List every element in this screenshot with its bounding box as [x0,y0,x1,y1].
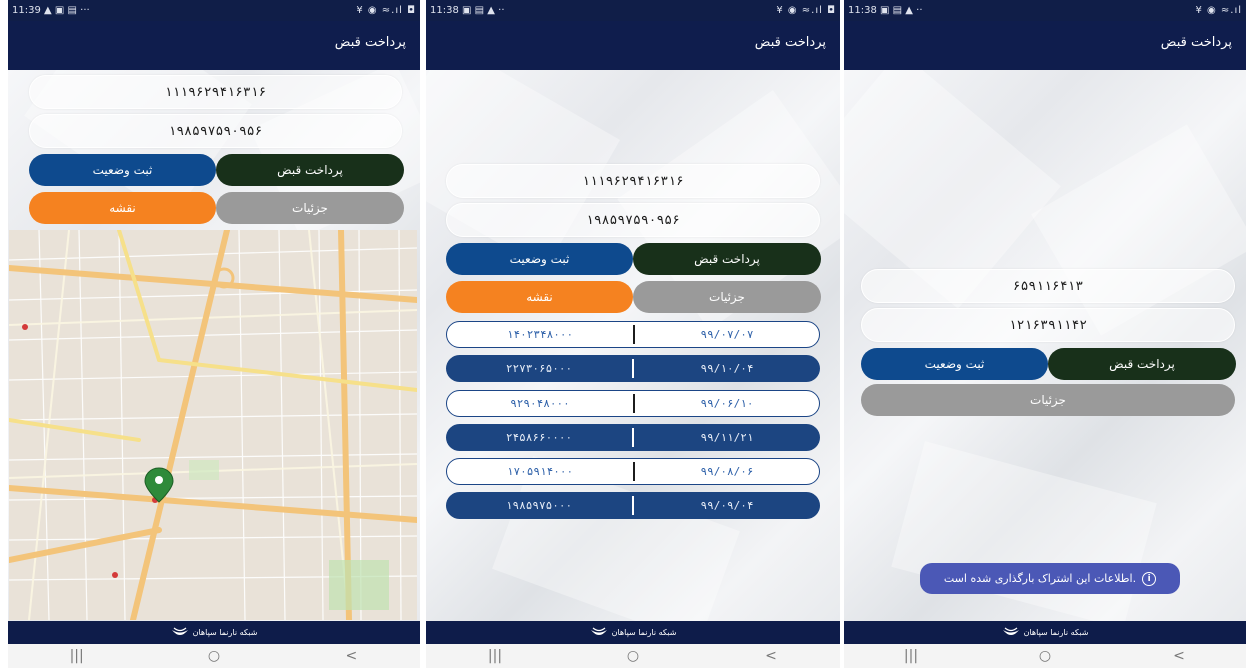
row-amount: ۲۴۵۸۶۶۰۰۰۰ [505,431,573,444]
footer-text: شبکه نارنما سپاهان [1023,628,1089,637]
status-system-icons: ¥ ◉ ≈.ıl [1195,5,1242,16]
status-time: 11:38 [430,5,459,16]
recent-apps-icon[interactable]: ||| [62,648,92,664]
info-toast: اطلاعات این اشتراک بارگذاری شده است. i [920,563,1180,594]
row-amount: ۲۲۷۳۰۶۵۰۰۰ [505,362,573,375]
row-date: ۹۹/۱۱/۲۱ [700,431,754,444]
company-logo-icon [1002,627,1019,635]
history-row[interactable]: ۲۲۷۳۰۶۵۰۰۰ ۹۹/۱۰/۰۴ [446,355,820,382]
register-status-button[interactable]: ثبت وضعیت [29,154,216,186]
row-amount: ۱۹۸۵۹۷۵۰۰۰ [505,499,573,512]
app-bar: پرداخت قبض [8,21,420,70]
map-view[interactable] [9,230,417,620]
company-logo-icon [590,627,607,635]
status-system-icons: ¥ ◉ ≈.ıl ◘ [356,5,416,16]
status-bar: 11:39 ▲ ▣ ▤ ··· ¥ ◉ ≈.ıl ◘ [8,0,420,21]
screen-bill-map: 11:39 ▲ ▣ ▤ ··· ¥ ◉ ≈.ıl ◘ پرداخت قبض ۱۱… [8,0,420,668]
pay-bill-button[interactable]: پرداخت قبض [633,243,821,275]
system-nav-bar: ||| ○ < [844,644,1246,668]
register-status-button[interactable]: ثبت وضعیت [446,243,633,275]
map-button[interactable]: نقشه [446,281,633,313]
home-icon[interactable]: ○ [1030,648,1060,664]
details-button[interactable]: جزئیات [861,384,1235,416]
row-date: ۹۹/۰۶/۱۰ [700,397,754,410]
row-date: ۹۹/۰۷/۰۷ [700,328,754,341]
history-row[interactable]: ۲۴۵۸۶۶۰۰۰۰ ۹۹/۱۱/۲۱ [446,424,820,451]
back-icon[interactable]: < [756,648,786,664]
footer-text: شبکه نارنما سپاهان [192,628,258,637]
content-area: ۱۱۱۹۶۲۹۴۱۶۳۱۶ ۱۹۸۵۹۷۵۹۰۹۵۶ پرداخت قبض ثب… [426,70,840,621]
info-icon: i [1142,571,1157,586]
pay-bill-button[interactable]: پرداخت قبض [1048,348,1236,380]
content-area: ۱۱۱۹۶۲۹۴۱۶۳۱۶ ۱۹۸۵۹۷۵۹۰۹۵۶ پرداخت قبض ثب… [8,70,420,621]
subscription-id-field[interactable]: ۱۱۱۹۶۲۹۴۱۶۳۱۶ [446,164,820,198]
history-row[interactable]: ۱۴۰۲۳۴۸۰۰۰ ۹۹/۰۷/۰۷ [446,321,820,348]
row-date: ۹۹/۰۹/۰۴ [700,499,754,512]
page-title: پرداخت قبض [1160,35,1232,50]
toast-message: اطلاعات این اشتراک بارگذاری شده است. [943,572,1137,585]
footer-text: شبکه نارنما سپاهان [611,628,677,637]
row-amount: ۱۴۰۲۳۴۸۰۰۰ [506,328,574,341]
recent-apps-icon[interactable]: ||| [480,648,510,664]
city-map[interactable] [9,230,417,620]
screen-bill-loaded: 11:38 ▣ ▤ ▲ ·· ¥ ◉ ≈.ıl پرداخت قبض ۶۵۹۱۱… [844,0,1246,668]
footer-bar: شبکه نارنما سپاهان [8,621,420,644]
row-amount: ۹۲۹۰۴۸۰۰۰ [510,397,570,410]
bill-id-field[interactable]: ۱۹۸۵۹۷۵۹۰۹۵۶ [446,203,820,237]
details-button[interactable]: جزئیات [216,192,404,224]
bill-id-field[interactable]: ۱۹۸۵۹۷۵۹۰۹۵۶ [29,114,402,148]
content-area: ۶۵۹۱۱۶۴۱۳ ۱۲۱۶۳۹۱۱۴۲ پرداخت قبض ثبت وضعی… [844,70,1246,621]
screen-bill-history: 11:38 ▣ ▤ ▲ ·· ¥ ◉ ≈.ıl ◘ پرداخت قبض ۱۱۱… [426,0,840,668]
status-time: 11:38 [848,5,877,16]
page-title: پرداخت قبض [754,35,826,50]
details-button[interactable]: جزئیات [633,281,821,313]
subscription-id-field[interactable]: ۱۱۱۹۶۲۹۴۱۶۳۱۶ [29,75,402,109]
status-bar: 11:38 ▣ ▤ ▲ ·· ¥ ◉ ≈.ıl ◘ [426,0,840,21]
app-bar: پرداخت قبض [844,21,1246,70]
status-notification-icons: ▲ ▣ ▤ ··· [44,5,90,16]
back-icon[interactable]: < [336,648,366,664]
row-date: ۹۹/۱۰/۰۴ [700,362,754,375]
status-notification-icons: ▣ ▤ ▲ ·· [880,5,923,16]
page-title: پرداخت قبض [334,35,406,50]
map-button[interactable]: نقشه [29,192,216,224]
row-amount: ۱۷۰۵۹۱۴۰۰۰ [506,465,574,478]
footer-bar: شبکه نارنما سپاهان [844,621,1246,644]
home-icon[interactable]: ○ [199,648,229,664]
history-row[interactable]: ۱۹۸۵۹۷۵۰۰۰ ۹۹/۰۹/۰۴ [446,492,820,519]
recent-apps-icon[interactable]: ||| [896,648,926,664]
home-icon[interactable]: ○ [618,648,648,664]
pay-bill-button[interactable]: پرداخت قبض [216,154,404,186]
footer-bar: شبکه نارنما سپاهان [426,621,840,644]
status-system-icons: ¥ ◉ ≈.ıl ◘ [776,5,836,16]
status-bar: 11:38 ▣ ▤ ▲ ·· ¥ ◉ ≈.ıl [844,0,1246,21]
register-status-button[interactable]: ثبت وضعیت [861,348,1048,380]
row-date: ۹۹/۰۸/۰۶ [700,465,754,478]
back-icon[interactable]: < [1164,648,1194,664]
system-nav-bar: ||| ○ < [8,644,420,668]
subscription-id-field[interactable]: ۶۵۹۱۱۶۴۱۳ [861,269,1235,303]
bill-id-field[interactable]: ۱۲۱۶۳۹۱۱۴۲ [861,308,1235,342]
status-notification-icons: ▣ ▤ ▲ ·· [462,5,505,16]
history-row[interactable]: ۱۷۰۵۹۱۴۰۰۰ ۹۹/۰۸/۰۶ [446,458,820,485]
app-bar: پرداخت قبض [426,21,840,70]
company-logo-icon [171,627,188,635]
system-nav-bar: ||| ○ < [426,644,840,668]
history-row[interactable]: ۹۲۹۰۴۸۰۰۰ ۹۹/۰۶/۱۰ [446,390,820,417]
status-time: 11:39 [12,5,41,16]
